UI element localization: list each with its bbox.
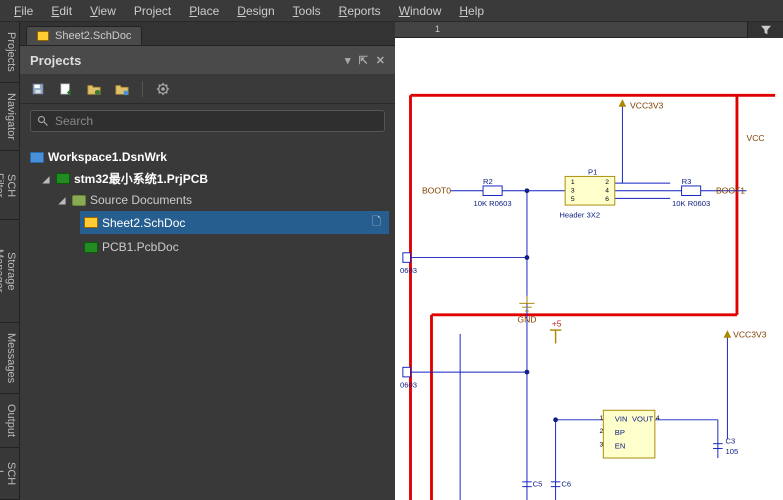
tree-file-sheet2[interactable]: Sheet2.SchDoc 🗋 [80, 211, 389, 234]
svg-text:VCC: VCC [747, 133, 765, 143]
filter-icon[interactable] [747, 22, 783, 38]
tree-project-label: stm32最小系统1.PrjPCB [74, 170, 208, 187]
svg-text:R2: R2 [483, 177, 493, 186]
gear-icon[interactable] [155, 81, 171, 97]
doc-tab-label: Sheet2.SchDoc [55, 30, 131, 42]
horizontal-ruler: 1 [395, 22, 783, 38]
vtab-output[interactable]: Output [0, 394, 19, 448]
panel-title: Projects [30, 53, 81, 68]
svg-text:P1: P1 [588, 168, 597, 177]
side-tabs: Projects Navigator SCH Filter Storage Ma… [0, 22, 20, 500]
svg-text:2: 2 [605, 179, 609, 186]
folder-icon [72, 195, 86, 206]
vtab-navigator[interactable]: Navigator [0, 83, 19, 151]
svg-text:BOOT1: BOOT1 [716, 186, 745, 196]
svg-text:BOOT0: BOOT0 [422, 186, 451, 196]
tree-file-label: Sheet2.SchDoc [102, 216, 185, 230]
svg-text:2: 2 [600, 428, 604, 435]
projects-toolbar [20, 74, 395, 104]
projects-panel-header: Projects ▾ ⇱ ✕ [20, 46, 395, 74]
svg-text:GND: GND [517, 314, 536, 324]
svg-text:+5: +5 [552, 318, 562, 328]
svg-text:3: 3 [571, 188, 575, 195]
menu-help[interactable]: Help [451, 2, 492, 20]
search-icon [37, 115, 49, 127]
toolbar-divider [142, 81, 143, 97]
panel-menu-icon[interactable]: ▾ [345, 54, 351, 67]
tree-workspace-label: Workspace1.DsnWrk [48, 150, 167, 164]
svg-text:4: 4 [656, 415, 660, 422]
svg-text:10K R0603: 10K R0603 [474, 199, 512, 208]
tree-folder-source[interactable]: ◢ Source Documents [52, 191, 389, 209]
panel-close-icon[interactable]: ✕ [376, 54, 385, 67]
menu-file[interactable]: File [6, 2, 41, 20]
pcb-icon [84, 242, 98, 253]
collapse-icon[interactable]: ◢ [40, 172, 52, 186]
svg-text:VOUT: VOUT [632, 415, 654, 424]
svg-text:5: 5 [571, 196, 575, 203]
compile-icon[interactable] [58, 81, 74, 97]
menu-window[interactable]: Window [391, 2, 450, 20]
document-tab-strip: Sheet2.SchDoc [20, 22, 395, 46]
menu-reports[interactable]: Reports [331, 2, 389, 20]
schematic-editor: 1 [395, 22, 783, 500]
workspace-icon[interactable] [114, 81, 130, 97]
svg-text:VCC3V3: VCC3V3 [630, 101, 664, 111]
svg-text:105: 105 [726, 447, 739, 456]
svg-text:0603: 0603 [400, 266, 417, 275]
menu-edit[interactable]: Edit [43, 2, 80, 20]
menu-tools[interactable]: Tools [285, 2, 329, 20]
svg-text:C5: C5 [533, 480, 543, 489]
panel-pin-icon[interactable]: ⇱ [359, 54, 368, 67]
save-icon[interactable] [30, 81, 46, 97]
doc-tab-sheet2[interactable]: Sheet2.SchDoc [26, 26, 142, 45]
svg-text:3: 3 [600, 442, 604, 449]
menu-view[interactable]: View [82, 2, 124, 20]
svg-text:C6: C6 [561, 480, 571, 489]
collapse-icon[interactable]: ◢ [56, 193, 68, 207]
workspace-icon [30, 152, 44, 163]
menu-place[interactable]: Place [181, 2, 227, 20]
search-box[interactable] [30, 110, 385, 132]
left-panel: Sheet2.SchDoc Projects ▾ ⇱ ✕ [20, 22, 395, 500]
svg-text:BP: BP [615, 428, 625, 437]
vtab-projects[interactable]: Projects [0, 22, 19, 83]
svg-text:0603: 0603 [400, 380, 417, 389]
project-tree: Workspace1.DsnWrk ◢ stm32最小系统1.PrjPCB [20, 138, 395, 500]
tree-file-pcb1[interactable]: PCB1.PcbDoc [80, 238, 389, 256]
vtab-messages[interactable]: Messages [0, 323, 19, 394]
document-status-icon: 🗋 [372, 213, 381, 232]
menu-project[interactable]: Project [126, 2, 179, 20]
menu-design[interactable]: Design [229, 2, 282, 20]
tree-file-label: PCB1.PcbDoc [102, 240, 179, 254]
svg-text:C3: C3 [726, 437, 736, 446]
schematic-canvas[interactable]: VCC3V3 VCC BOOT0 BOOT1 GND +5 VCC3V3 R2 … [395, 38, 783, 500]
vtab-sch-l[interactable]: SCH L [0, 448, 19, 500]
vtab-storage-manager[interactable]: Storage Manager [0, 220, 19, 322]
schematic-icon [84, 217, 98, 228]
project-icon [56, 173, 70, 184]
menu-bar: File Edit View Project Place Design Tool… [0, 0, 783, 22]
tree-folder-label: Source Documents [90, 193, 192, 207]
search-input[interactable] [55, 114, 378, 128]
svg-text:Header 3X2: Header 3X2 [559, 210, 600, 219]
svg-text:VCC3V3: VCC3V3 [733, 330, 767, 340]
svg-text:6: 6 [605, 196, 609, 203]
vtab-sch-filter[interactable]: SCH Filter [0, 151, 19, 221]
tree-workspace[interactable]: Workspace1.DsnWrk [26, 148, 389, 166]
svg-text:4: 4 [605, 188, 609, 195]
tree-project[interactable]: ◢ stm32最小系统1.PrjPCB [36, 168, 389, 189]
svg-text:R3: R3 [682, 177, 692, 186]
svg-text:EN: EN [615, 441, 626, 450]
svg-text:1: 1 [600, 415, 604, 422]
open-project-icon[interactable] [86, 81, 102, 97]
ruler-number: 1 [435, 24, 440, 34]
schematic-icon [37, 31, 49, 41]
svg-text:VIN: VIN [615, 415, 628, 424]
svg-text:1: 1 [571, 179, 575, 186]
svg-text:10K R0603: 10K R0603 [672, 199, 710, 208]
